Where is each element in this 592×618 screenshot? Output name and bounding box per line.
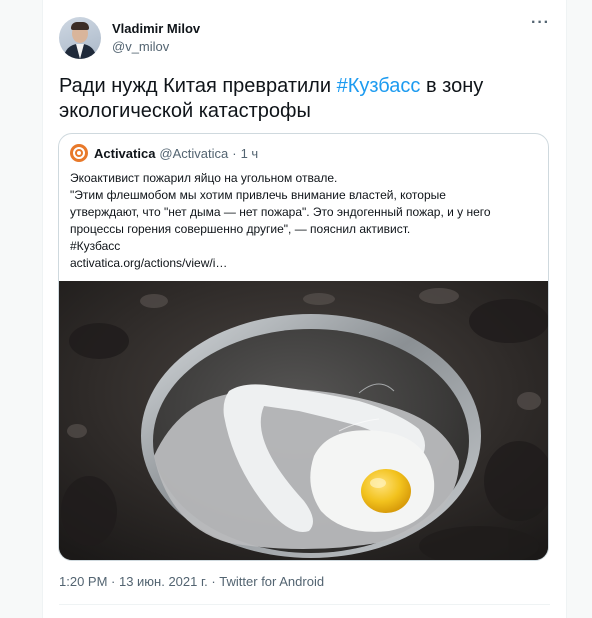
quote-text: Экоактивист пожарил яйцо на угольном отв… (70, 170, 540, 272)
more-horizontal-icon[interactable]: ··· (531, 15, 550, 31)
tweet-header: Vladimir Milov @v_milov ··· (59, 14, 550, 62)
author-name[interactable]: Vladimir Milov (112, 20, 200, 38)
avatar[interactable] (59, 17, 101, 59)
author-info: Vladimir Milov @v_milov (112, 20, 200, 56)
quote-line: "Этим флешмобом мы хотим привлечь вниман… (70, 188, 446, 202)
hashtag-link[interactable]: #Кузбасс (337, 75, 421, 97)
divider (59, 604, 550, 605)
tweet-text: Ради нужд Китая превратили #Кузбасс в зо… (59, 74, 539, 124)
activatica-logo-icon (70, 144, 88, 162)
quote-time[interactable]: 1 ч (241, 146, 259, 161)
quote-line: Экоактивист пожарил яйцо на угольном отв… (70, 171, 338, 185)
tweet-card: Vladimir Milov @v_milov ··· Ради нужд Ки… (42, 0, 567, 618)
egg-frying-pan-photo (59, 281, 548, 560)
quote-author-name: Activatica (94, 145, 156, 161)
quote-header: Activatica @Activatica · 1 ч (70, 143, 258, 163)
tweet-text-start: Ради нужд Китая превратили (59, 75, 337, 97)
author-handle[interactable]: @v_milov (112, 38, 200, 56)
quote-line: процессы горения совершенно другие", — п… (70, 222, 411, 236)
quote-link[interactable]: activatica.org/actions/view/i… (70, 255, 540, 272)
quote-tweet[interactable]: Activatica @Activatica · 1 ч Экоактивист… (58, 133, 549, 561)
tweet-timestamp[interactable]: 1:20 PM · 13 июн. 2021 г. · Twitter for … (59, 573, 324, 591)
quote-hashtag[interactable]: #Кузбасс (70, 238, 540, 255)
quote-author-handle: @Activatica (159, 145, 229, 161)
quote-separator: · (232, 145, 237, 161)
quote-media-image[interactable] (59, 281, 548, 560)
quote-line: утверждают, что "нет дыма — нет пожара".… (70, 205, 491, 219)
